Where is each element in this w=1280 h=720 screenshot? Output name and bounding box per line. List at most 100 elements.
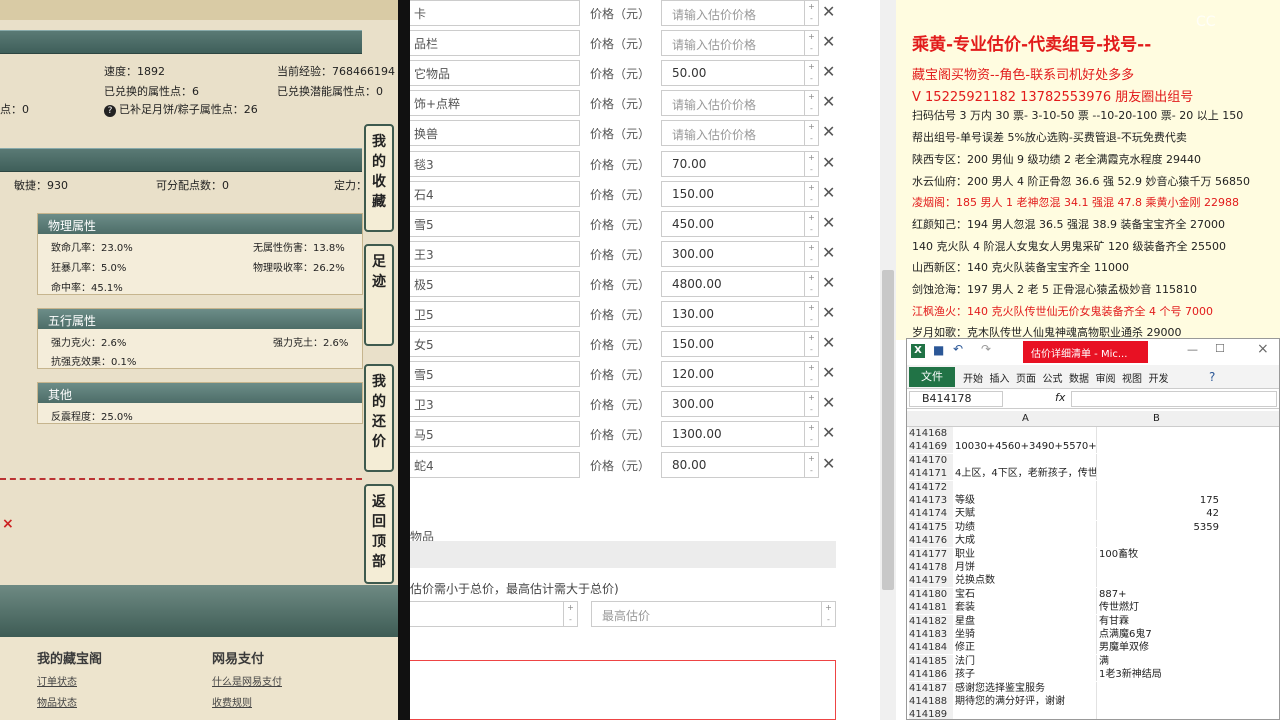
cell-b[interactable] — [1099, 454, 1219, 467]
price-stepper[interactable]: + - — [804, 422, 818, 447]
close-window-icon[interactable]: × — [1257, 341, 1269, 357]
item-name-field[interactable]: 卡 — [410, 0, 580, 26]
row-number[interactable]: 414179 — [909, 574, 953, 588]
cell-a[interactable]: 修正 — [955, 641, 1097, 655]
price-stepper[interactable]: + - — [804, 31, 818, 56]
row-number[interactable]: 414176 — [909, 534, 953, 548]
cell-a[interactable]: 套装 — [955, 601, 1097, 615]
ribbon-tab[interactable]: 视图 — [1122, 370, 1142, 385]
remove-row-icon[interactable]: ✕ — [822, 32, 835, 51]
cell-b[interactable]: 1老3新神结局 — [1099, 668, 1219, 681]
remove-row-icon[interactable]: ✕ — [822, 213, 835, 232]
cell-a[interactable]: 10030+4560+3490+5570+6830=30480 — [955, 440, 1097, 454]
row-number[interactable]: 414180 — [909, 587, 953, 601]
remove-row-icon[interactable]: ✕ — [822, 423, 835, 442]
item-name-field[interactable]: 卫5 — [410, 301, 580, 327]
remove-row-icon[interactable]: ✕ — [822, 454, 835, 473]
cell-b[interactable]: 100畜牧 — [1099, 548, 1219, 561]
row-number[interactable]: 414186 — [909, 668, 953, 682]
price-stepper[interactable]: + - — [804, 452, 818, 477]
remove-row-icon[interactable]: ✕ — [822, 363, 835, 382]
cell-a[interactable]: 天赋 — [955, 507, 1097, 521]
remarks-textarea[interactable] — [410, 660, 836, 720]
price-input[interactable]: 450.00 + - — [661, 210, 819, 237]
item-name-field[interactable]: 马5 — [410, 421, 580, 448]
row-number[interactable]: 414171 — [909, 467, 953, 481]
row-number[interactable]: 414175 — [909, 520, 953, 534]
cell-a[interactable]: 期待您的满分好评，谢谢 — [955, 695, 1097, 708]
tab-footprints[interactable]: 足迹 — [364, 244, 394, 346]
row-number[interactable]: 414173 — [909, 494, 953, 507]
row-number[interactable]: 414182 — [909, 614, 953, 628]
cell-a[interactable]: 星盘 — [955, 614, 1097, 628]
row-number[interactable]: 414185 — [909, 654, 953, 668]
ribbon-tab[interactable]: 插入 — [990, 370, 1010, 385]
remove-row-icon[interactable]: ✕ — [822, 153, 835, 172]
row-number[interactable]: 414188 — [909, 695, 953, 708]
cell-b[interactable]: 有甘霖 — [1099, 615, 1219, 628]
cell-b[interactable] — [1099, 708, 1219, 719]
price-stepper[interactable]: + - — [804, 121, 818, 146]
cell-a[interactable]: 月饼 — [955, 561, 1097, 574]
min-price-input[interactable]: + - — [410, 601, 578, 627]
cell-a[interactable] — [955, 480, 1097, 494]
name-box[interactable]: B414178 — [909, 391, 1003, 407]
item-name-field[interactable]: 饰+点粹 — [410, 90, 580, 117]
price-input[interactable]: 120.00 + - — [661, 361, 819, 388]
row-number[interactable]: 414189 — [909, 708, 953, 719]
remove-row-icon[interactable]: ✕ — [822, 62, 835, 81]
item-name-field[interactable]: 卫3 — [410, 391, 580, 418]
item-name-field[interactable]: 毯3 — [410, 150, 580, 177]
question-icon[interactable]: ? — [104, 105, 116, 117]
cell-b[interactable] — [1099, 534, 1219, 547]
cell-b[interactable]: 男魔单双修 — [1099, 641, 1219, 654]
row-number[interactable]: 414187 — [909, 681, 953, 695]
cell-b[interactable]: 887+ — [1099, 588, 1219, 601]
tab-my-counteroffers[interactable]: 我的还价 — [364, 364, 394, 472]
cell-a[interactable]: 孩子 — [955, 668, 1097, 682]
save-icon[interactable]: ■ — [933, 343, 944, 357]
price-input[interactable]: 1300.00 + - — [661, 421, 819, 448]
cell-b[interactable]: 175 — [1099, 494, 1219, 507]
cell-b[interactable] — [1099, 481, 1219, 494]
form-scrollbar-thumb[interactable] — [882, 270, 894, 590]
cell-a[interactable] — [955, 427, 1097, 440]
remove-row-icon[interactable]: ✕ — [822, 183, 835, 202]
price-input[interactable]: 300.00 + - — [661, 391, 819, 418]
row-number[interactable]: 414183 — [909, 628, 953, 641]
price-stepper[interactable]: + - — [804, 332, 818, 357]
remove-row-icon[interactable]: ✕ — [822, 92, 835, 111]
item-name-field[interactable]: 雪5 — [410, 210, 580, 237]
ribbon-tab[interactable]: 数据 — [1069, 370, 1089, 385]
cell-a[interactable]: 等级 — [955, 494, 1097, 507]
price-stepper[interactable]: + - — [804, 362, 818, 387]
remove-row-icon[interactable]: ✕ — [822, 122, 835, 141]
function-icon[interactable]: fx — [1055, 391, 1065, 404]
remove-row-icon[interactable]: ✕ — [822, 393, 835, 412]
price-input[interactable]: 请输入估价价格 + - — [661, 0, 819, 26]
cell-a[interactable]: 功绩 — [955, 520, 1097, 534]
link-item-status[interactable]: 物品状态 — [37, 694, 77, 709]
row-number[interactable]: 414178 — [909, 561, 953, 574]
ribbon-tab[interactable]: 公式 — [1043, 370, 1063, 385]
cell-a[interactable]: 法门 — [955, 654, 1097, 668]
tab-my-favorites[interactable]: 我的收藏 — [364, 124, 394, 232]
cell-a[interactable]: 感谢您选择鉴宝服务 — [955, 681, 1097, 695]
item-name-field[interactable]: 女5 — [410, 331, 580, 358]
price-input[interactable]: 150.00 + - — [661, 180, 819, 207]
max-price-input[interactable]: 最高估价 + - — [591, 601, 836, 627]
tab-file[interactable]: 文件 — [909, 367, 955, 387]
cell-a[interactable]: 坐骑 — [955, 628, 1097, 641]
cell-a[interactable]: 职业 — [955, 547, 1097, 561]
link-what-is-netease-pay[interactable]: 什么是网易支付 — [212, 673, 282, 688]
price-input[interactable]: 请输入估价价格 + - — [661, 90, 819, 117]
cell-a[interactable]: 4上区，4下区，老新孩子，传世，装备宝宝齐全 — [955, 467, 1097, 481]
minimize-icon[interactable]: — — [1187, 343, 1198, 356]
price-stepper[interactable]: + - — [804, 271, 818, 296]
cell-b[interactable]: 点满魔6鬼7 — [1099, 628, 1219, 641]
item-name-field[interactable]: 换兽 — [410, 120, 580, 147]
row-number[interactable]: 414170 — [909, 453, 953, 467]
item-name-field[interactable]: 蛇4 — [410, 451, 580, 478]
cell-b[interactable] — [1099, 682, 1219, 695]
link-fee-rules[interactable]: 收费规则 — [212, 694, 252, 709]
